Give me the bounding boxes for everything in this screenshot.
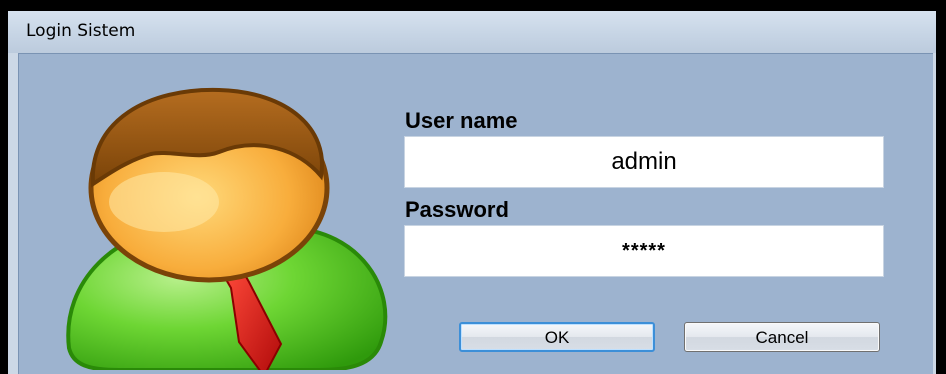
login-window: Login Sistem User name admin Password **… [0, 0, 946, 374]
ok-button[interactable]: OK [459, 322, 655, 352]
title-bar[interactable]: Login Sistem [8, 11, 936, 53]
cancel-button[interactable]: Cancel [684, 322, 880, 352]
user-avatar-icon [66, 87, 388, 370]
window-title: Login Sistem [26, 21, 136, 41]
password-label: Password [405, 197, 509, 222]
username-label: User name [405, 108, 518, 133]
login-panel: User name Password OK Cancel [18, 53, 933, 374]
password-input[interactable] [404, 225, 884, 277]
username-input[interactable] [404, 136, 884, 188]
